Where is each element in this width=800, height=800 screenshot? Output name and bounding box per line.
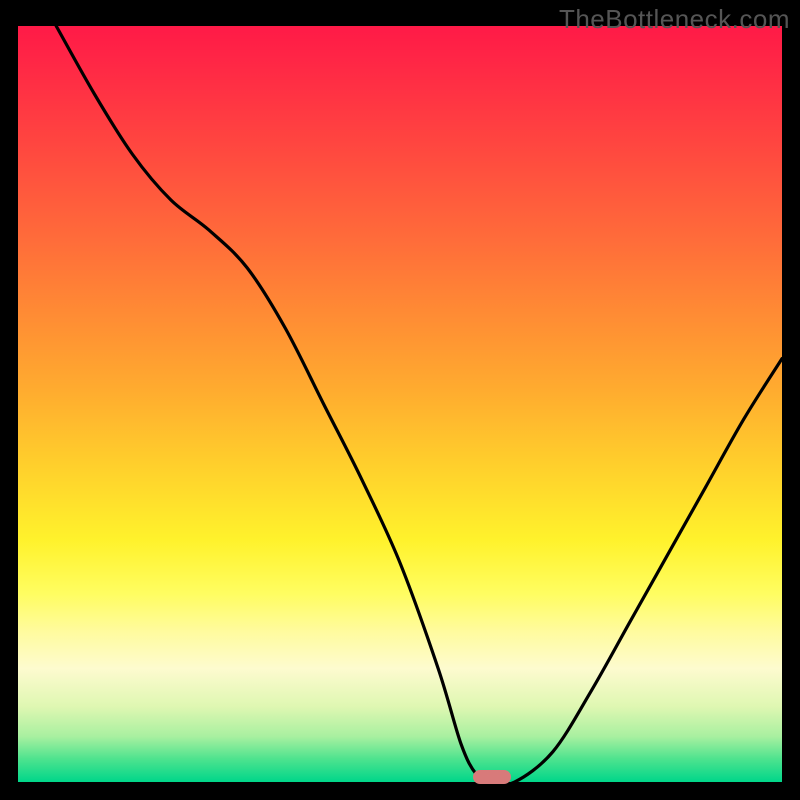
plot-area bbox=[18, 26, 782, 782]
watermark-text: TheBottleneck.com bbox=[559, 4, 790, 35]
optimum-marker bbox=[473, 770, 511, 784]
chart-frame: TheBottleneck.com bbox=[0, 0, 800, 800]
bottleneck-curve-path bbox=[56, 26, 782, 785]
curve-svg bbox=[18, 26, 782, 782]
